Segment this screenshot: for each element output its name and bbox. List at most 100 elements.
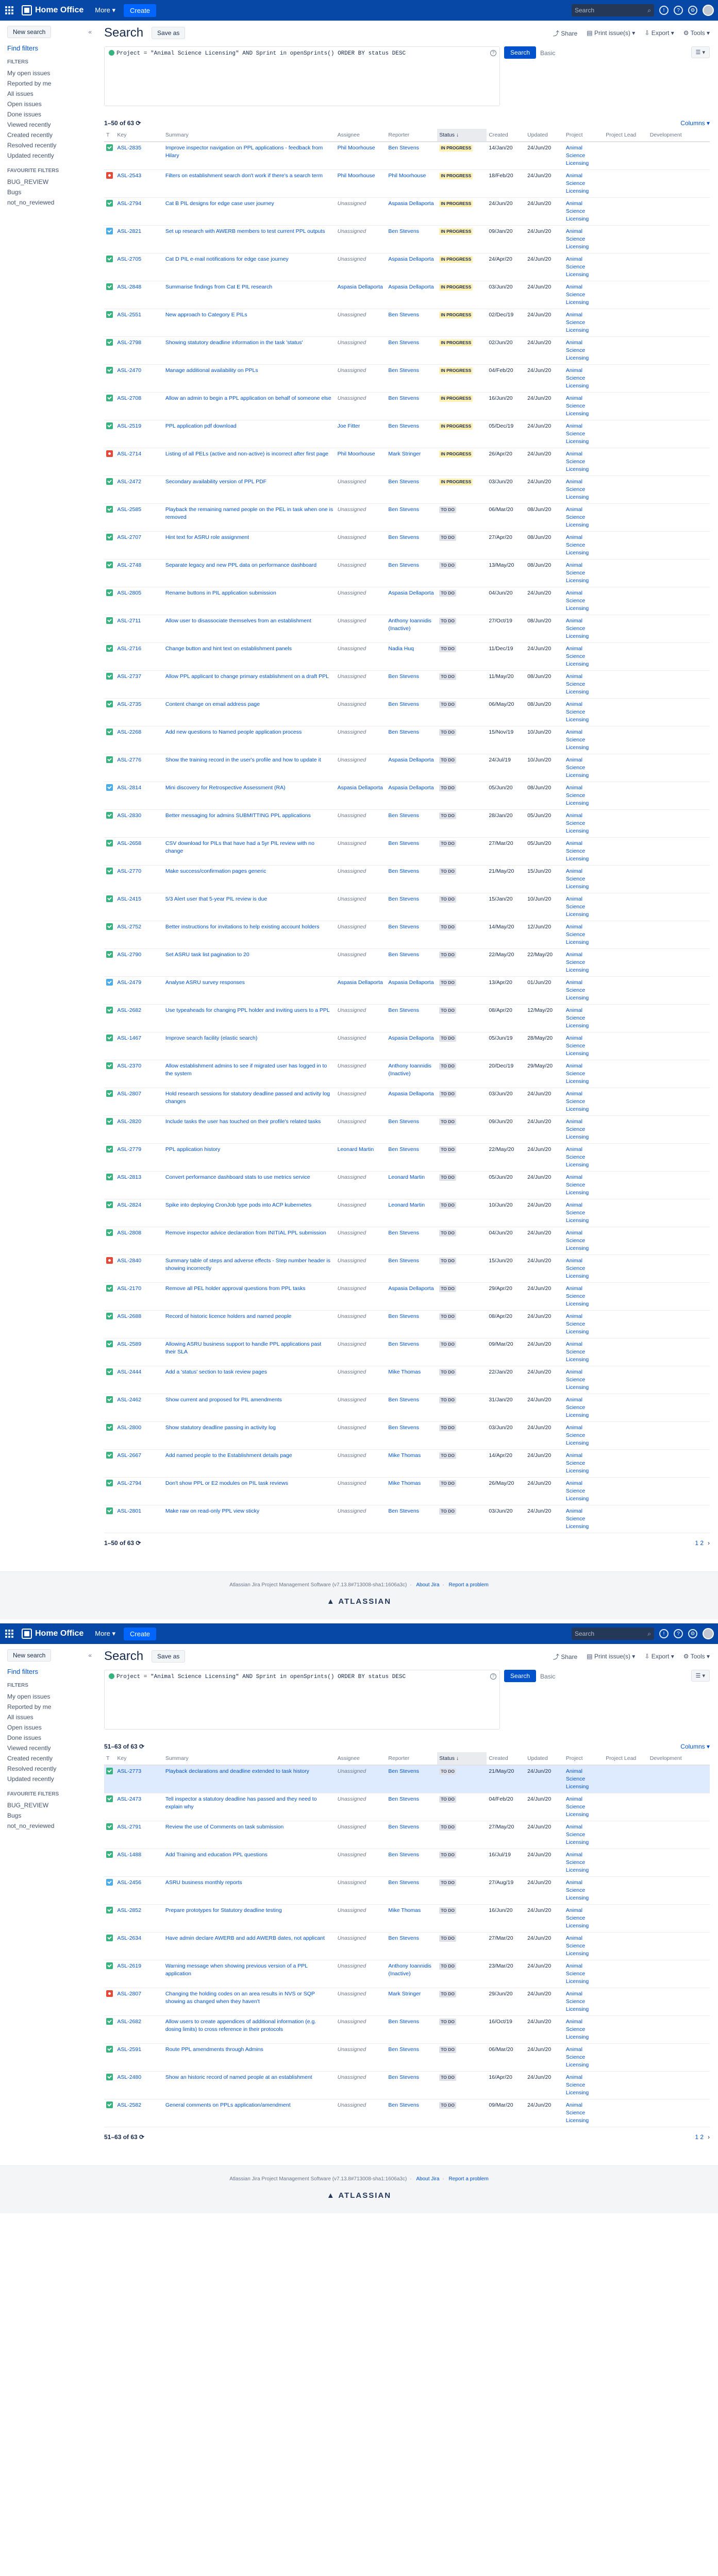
issue-key-link[interactable]: ASL-2794 bbox=[117, 1480, 141, 1486]
sidebar-filter-item[interactable]: Done issues bbox=[7, 109, 92, 120]
project-link[interactable]: Animal Science Licensing bbox=[566, 979, 589, 1001]
tools-button[interactable]: ⚙ Tools ▾ bbox=[683, 29, 710, 37]
table-row[interactable]: ASL-2821 Set up research with AWERB membe… bbox=[104, 225, 710, 253]
project-link[interactable]: Animal Science Licensing bbox=[566, 1369, 589, 1391]
project-link[interactable]: Animal Science Licensing bbox=[566, 1824, 589, 1845]
project-link[interactable]: Animal Science Licensing bbox=[566, 1091, 589, 1112]
reporter[interactable]: Ben Stevens bbox=[388, 1796, 419, 1802]
issue-key-link[interactable]: ASL-2170 bbox=[117, 1285, 141, 1292]
table-row[interactable]: ASL-2479 Analyse ASRU survey responses Asp… bbox=[104, 976, 710, 1005]
syntax-help-icon[interactable]: ? bbox=[490, 1673, 496, 1680]
create-button[interactable]: Create bbox=[124, 4, 157, 17]
issue-summary-link[interactable]: Playback the remaining named people on t… bbox=[165, 506, 333, 520]
app-switcher-icon[interactable] bbox=[4, 1629, 14, 1639]
issue-summary-link[interactable]: Remove all PEL holder approval questions… bbox=[165, 1285, 306, 1292]
project-link[interactable]: Animal Science Licensing bbox=[566, 1063, 589, 1084]
sidebar-filter-item[interactable]: Open issues bbox=[7, 99, 92, 109]
reporter[interactable]: Anthony Ioannidis (Inactive) bbox=[388, 618, 431, 632]
issue-key-link[interactable]: ASL-2821 bbox=[117, 228, 141, 234]
syntax-help-icon[interactable]: ? bbox=[490, 50, 496, 56]
issue-summary-link[interactable]: Add named people to the Establishment de… bbox=[165, 1452, 292, 1459]
column-header[interactable]: Key bbox=[115, 129, 163, 142]
column-header[interactable]: Key bbox=[115, 1752, 163, 1766]
project-link[interactable]: Animal Science Licensing bbox=[566, 2019, 589, 2040]
issue-summary-link[interactable]: Record of historic licence holders and n… bbox=[165, 1313, 292, 1319]
table-row[interactable]: ASL-2688 Record of historic licence holde… bbox=[104, 1310, 710, 1338]
global-search-input[interactable]: Search ⌕ bbox=[572, 1628, 654, 1640]
about-jira-link[interactable]: About Jira bbox=[416, 2176, 439, 2182]
issue-key-link[interactable]: ASL-2582 bbox=[117, 2102, 141, 2108]
reporter[interactable]: Ben Stevens bbox=[388, 1397, 419, 1403]
issue-summary-link[interactable]: Warning message when showing previous ve… bbox=[165, 1963, 308, 1977]
issue-key-link[interactable]: ASL-2462 bbox=[117, 1397, 141, 1403]
reporter[interactable]: Ben Stevens bbox=[388, 952, 419, 958]
table-row[interactable]: ASL-2582 General comments on PPLs applica… bbox=[104, 2099, 710, 2127]
project-link[interactable]: Animal Science Licensing bbox=[566, 312, 589, 333]
table-row[interactable]: ASL-2456 ASRU business monthly reports Una… bbox=[104, 1876, 710, 1905]
story-type-icon[interactable] bbox=[106, 728, 113, 735]
column-header[interactable]: Status ↓ bbox=[437, 1752, 487, 1766]
issue-summary-link[interactable]: Improve inspector navigation on PPL appl… bbox=[165, 145, 323, 159]
issue-key-link[interactable]: ASL-2480 bbox=[117, 2074, 141, 2080]
column-header[interactable]: Reporter bbox=[386, 1752, 438, 1766]
reporter[interactable]: Ben Stevens bbox=[388, 423, 419, 429]
column-header[interactable]: Updated bbox=[525, 129, 564, 142]
project-link[interactable]: Animal Science Licensing bbox=[566, 1230, 589, 1251]
column-header[interactable]: Created bbox=[487, 1752, 526, 1766]
page-links[interactable]: 1 2 › bbox=[695, 2133, 710, 2141]
table-row[interactable]: ASL-2708 Allow an admin to begin a PPL ap… bbox=[104, 392, 710, 420]
column-header[interactable]: Assignee bbox=[335, 1752, 387, 1766]
project-link[interactable]: Animal Science Licensing bbox=[566, 1397, 589, 1418]
table-row[interactable]: ASL-2711 Allow user to disassociate thems… bbox=[104, 615, 710, 643]
issue-summary-link[interactable]: Spike into deploying CronJob type pods i… bbox=[165, 1202, 312, 1208]
assignee[interactable]: Phil Moorhouse bbox=[338, 145, 375, 151]
issue-summary-link[interactable]: Analyse ASRU survey responses bbox=[165, 979, 245, 986]
sidebar-filter-item[interactable]: Open issues bbox=[7, 1722, 92, 1733]
table-row[interactable]: ASL-2658 CSV download for PILs that have … bbox=[104, 837, 710, 866]
table-row[interactable]: ASL-2705 Cat D PIL e-mail notifications f… bbox=[104, 253, 710, 281]
reporter[interactable]: Ben Stevens bbox=[388, 534, 419, 540]
issue-summary-link[interactable]: Cat B PIL designs for edge case user jou… bbox=[165, 200, 274, 207]
issue-key-link[interactable]: ASL-2589 bbox=[117, 1341, 141, 1347]
reporter[interactable]: Mike Thomas bbox=[388, 1907, 421, 1913]
issue-key-link[interactable]: ASL-2658 bbox=[117, 840, 141, 846]
column-header[interactable]: Reporter bbox=[386, 129, 438, 142]
project-link[interactable]: Animal Science Licensing bbox=[566, 673, 589, 695]
project-link[interactable]: Animal Science Licensing bbox=[566, 729, 589, 751]
column-header[interactable]: T bbox=[104, 129, 115, 142]
collapse-sidebar-icon[interactable]: « bbox=[88, 1652, 92, 1659]
story-type-icon[interactable] bbox=[106, 2074, 113, 2080]
project-link[interactable]: Animal Science Licensing bbox=[566, 1174, 589, 1196]
sidebar-filter-item[interactable]: Updated recently bbox=[7, 1774, 92, 1784]
issue-summary-link[interactable]: Route PPL amendments through Admins bbox=[165, 2046, 263, 2053]
reporter[interactable]: Leonard Martin bbox=[388, 1202, 425, 1208]
search-button[interactable]: Search bbox=[504, 1670, 537, 1682]
issue-summary-link[interactable]: General comments on PPLs application/ame… bbox=[165, 2102, 291, 2108]
table-row[interactable]: ASL-2462 Show current and proposed for PI… bbox=[104, 1394, 710, 1422]
project-link[interactable]: Animal Science Licensing bbox=[566, 785, 589, 806]
project-link[interactable]: Animal Science Licensing bbox=[566, 1007, 589, 1029]
reporter[interactable]: Phil Moorhouse bbox=[388, 173, 426, 179]
table-row[interactable]: ASL-2794 Don't show PPL or E2 modules on … bbox=[104, 1477, 710, 1505]
bug-type-icon[interactable] bbox=[106, 450, 113, 457]
issue-summary-link[interactable]: Allow PPL applicant to change primary es… bbox=[165, 673, 329, 680]
story-type-icon[interactable] bbox=[106, 701, 113, 707]
table-row[interactable]: ASL-2370 Allow establishment admins to se… bbox=[104, 1060, 710, 1088]
issue-summary-link[interactable]: Tell inspector a statutory deadline has … bbox=[165, 1796, 317, 1810]
issue-key-link[interactable]: ASL-1488 bbox=[117, 1852, 141, 1858]
save-as-button[interactable]: Save as bbox=[152, 27, 186, 39]
settings-icon[interactable]: ⚙ bbox=[688, 6, 697, 15]
story-type-icon[interactable] bbox=[106, 1035, 113, 1041]
column-header[interactable]: Status ↓ bbox=[437, 129, 487, 142]
issue-key-link[interactable]: ASL-2776 bbox=[117, 757, 141, 763]
story-type-icon[interactable] bbox=[106, 1007, 113, 1013]
find-filters-link[interactable]: Find filters bbox=[7, 44, 92, 52]
more-menu[interactable]: More ▾ bbox=[91, 1628, 120, 1640]
story-type-icon[interactable] bbox=[106, 1146, 113, 1153]
story-type-icon[interactable] bbox=[106, 478, 113, 485]
task-type-icon[interactable] bbox=[106, 784, 113, 791]
project-link[interactable]: Animal Science Licensing bbox=[566, 590, 589, 612]
table-row[interactable]: ASL-2707 Hint text for ASRU role assignme… bbox=[104, 531, 710, 560]
help-icon[interactable]: ? bbox=[674, 6, 683, 15]
project-link[interactable]: Animal Science Licensing bbox=[566, 1879, 589, 1901]
